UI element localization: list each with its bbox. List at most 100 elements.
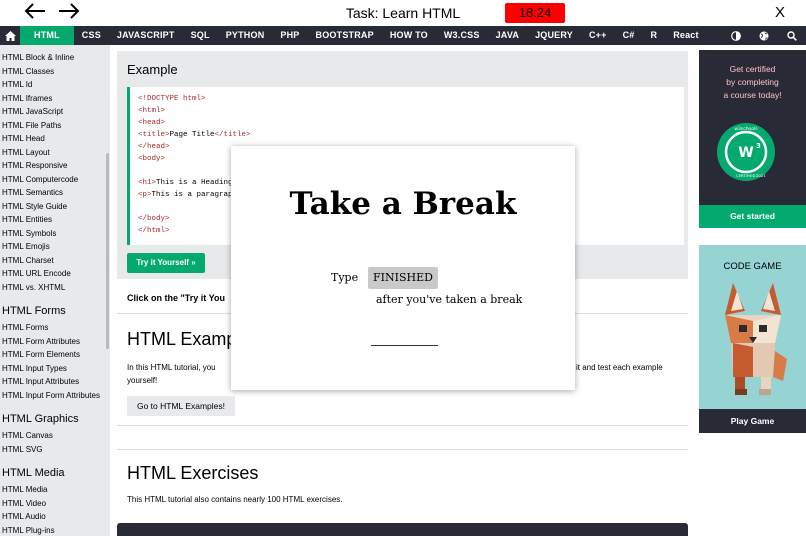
sidebar-link[interactable]: HTML Id xyxy=(0,78,110,92)
sidebar-link[interactable]: HTML SVG xyxy=(0,443,110,457)
code-text: This is a paragraph xyxy=(151,191,238,199)
go-to-examples-button[interactable]: Go to HTML Examples! xyxy=(127,396,235,416)
examples-text-left: In this HTML tutorial, you xyxy=(127,363,216,372)
nav-item-react[interactable]: React xyxy=(665,26,707,45)
nav-item-c[interactable]: C++ xyxy=(581,26,615,45)
sidebar-link[interactable]: HTML Plug-ins xyxy=(0,524,110,536)
code-game-title: CODE GAME xyxy=(723,261,782,272)
sidebar-heading-graphics: HTML Graphics xyxy=(2,413,79,425)
sidebar-link[interactable]: HTML Input Types xyxy=(0,362,110,376)
sidebar-link[interactable]: HTML Computercode xyxy=(0,173,110,187)
contrast-icon[interactable] xyxy=(722,26,750,45)
sidebar-link[interactable]: HTML Audio xyxy=(0,510,110,524)
sidebar-link[interactable]: HTML Block & Inline xyxy=(0,51,110,65)
modal-title: Take a Break xyxy=(289,186,517,222)
sidebar-link[interactable]: HTML URL Encode xyxy=(0,267,110,281)
code-tag: <h1> xyxy=(138,179,157,187)
sidebar-link[interactable]: HTML Form Attributes xyxy=(0,335,110,349)
sidebar-link[interactable]: HTML Input Form Attributes xyxy=(0,389,110,403)
code-tag: </head> xyxy=(138,143,170,151)
get-started-button[interactable]: Get started xyxy=(699,205,806,228)
cert-line: a course today! xyxy=(723,90,782,100)
finished-keyword-chip: FINISHED xyxy=(368,267,438,289)
page: Task: Learn HTML 18:24 X HTML CSS JAVASCRI… xyxy=(0,0,806,536)
code-close-tag: </title> xyxy=(214,131,251,139)
sidebar-link[interactable]: HTML Form Elements xyxy=(0,348,110,362)
nav-item-sql[interactable]: SQL xyxy=(183,26,218,45)
code-text: This is a Heading xyxy=(156,179,233,187)
sidebar-link[interactable]: HTML Layout xyxy=(0,146,110,160)
task-bar: Task: Learn HTML 18:24 X xyxy=(0,0,806,26)
nav-item-c[interactable]: C# xyxy=(615,26,643,45)
sidebar-link[interactable]: HTML Semantics xyxy=(0,186,110,200)
divider xyxy=(117,449,688,450)
svg-text:2021: 2021 xyxy=(756,173,766,178)
timer-badge: 18:24 xyxy=(505,3,565,23)
sidebar-link[interactable]: HTML JavaScript xyxy=(0,105,110,119)
sidebar-link[interactable]: HTML vs. XHTML xyxy=(0,281,110,295)
code-text: Page Title xyxy=(169,131,215,139)
home-icon[interactable] xyxy=(0,26,20,45)
sidebar-link[interactable]: HTML Forms xyxy=(0,321,110,335)
code-game-ad[interactable]: CODE GAME Play Game xyxy=(699,245,806,433)
sidebar-link[interactable]: HTML Iframes xyxy=(0,92,110,106)
code-line: <head> xyxy=(138,117,676,129)
w3-certified-badge-icon: W 3 w3schools CERTIFIED 2021 xyxy=(717,123,775,181)
sidebar-link[interactable]: HTML File Paths xyxy=(0,119,110,133)
html-examples-title: HTML Exampl xyxy=(127,329,241,349)
nav-item-javascript[interactable]: JAVASCRIPT xyxy=(109,26,183,45)
cert-line: by completing xyxy=(726,77,779,87)
code-tag: <title> xyxy=(138,131,170,139)
examples-text-line2: yourself! xyxy=(127,376,158,385)
nav-item-jquery[interactable]: JQUERY xyxy=(527,26,581,45)
sidebar-link[interactable]: HTML Symbols xyxy=(0,227,110,241)
task-title: Task: Learn HTML xyxy=(345,5,461,21)
nav-item-php[interactable]: PHP xyxy=(272,26,307,45)
sidebar-heading-forms: HTML Forms xyxy=(2,305,66,317)
back-arrow-icon[interactable] xyxy=(24,2,50,24)
sidebar-link[interactable]: HTML Head xyxy=(0,132,110,146)
forward-arrow-icon[interactable] xyxy=(58,2,84,24)
nav-item-bootstrap[interactable]: BOOTSTRAP xyxy=(308,26,382,45)
code-line: <title>Page Title</title> xyxy=(138,129,676,141)
sidebar-link[interactable]: HTML Responsive xyxy=(0,159,110,173)
sidebar-heading-media: HTML Media xyxy=(2,467,65,479)
sidebar-link[interactable]: HTML Classes xyxy=(0,65,110,79)
certification-ad[interactable]: Get certified by completing a course tod… xyxy=(699,50,806,228)
sidebar-scrollbar[interactable] xyxy=(106,153,109,349)
cert-line: Get certified xyxy=(729,64,776,74)
sidebar-link[interactable]: HTML Emojis xyxy=(0,240,110,254)
code-tag: <!DOCTYPE html> xyxy=(138,95,206,103)
close-button[interactable]: X xyxy=(775,4,785,21)
nav-item-how-to[interactable]: HOW TO xyxy=(382,26,436,45)
code-tag: <p> xyxy=(138,191,152,199)
code-tag: <html> xyxy=(138,107,166,115)
code-line: <html> xyxy=(138,105,676,117)
nav-item-python[interactable]: PYTHON xyxy=(218,26,273,45)
example-title: Example xyxy=(127,62,178,77)
sidebar-link[interactable]: HTML Style Guide xyxy=(0,200,110,214)
try-it-yourself-button[interactable]: Try it Yourself » xyxy=(127,253,205,273)
svg-text:w3schools: w3schools xyxy=(734,126,758,132)
nav-item-html[interactable]: HTML xyxy=(20,26,74,45)
take-a-break-modal: Take a Break Type FINISHED after you've … xyxy=(231,146,575,390)
nav-item-java[interactable]: JAVA xyxy=(488,26,527,45)
sidebar-link[interactable]: HTML Entities xyxy=(0,213,110,227)
answer-input[interactable] xyxy=(371,332,438,346)
nav-item-r[interactable]: R xyxy=(642,26,665,45)
sidebar-link[interactable]: HTML Input Attributes xyxy=(0,375,110,389)
code-tag: </html> xyxy=(138,227,170,235)
sidebar-link[interactable]: HTML Canvas xyxy=(0,429,110,443)
sidebar-link[interactable]: HTML Media xyxy=(0,483,110,497)
click-note: Click on the "Try it You xyxy=(127,293,225,303)
nav-item-w3-css[interactable]: W3.CSS xyxy=(436,26,488,45)
sidebar: HTML Block & Inline HTML Classes HTML Id HT… xyxy=(0,45,110,536)
play-game-button[interactable]: Play Game xyxy=(699,409,806,433)
sidebar-link[interactable]: HTML Charset xyxy=(0,254,110,268)
sidebar-link[interactable]: HTML Video xyxy=(0,497,110,511)
type-label: Type xyxy=(331,271,359,284)
search-icon[interactable] xyxy=(778,26,806,45)
nav-item-css[interactable]: CSS xyxy=(74,26,109,45)
globe-icon[interactable] xyxy=(750,26,778,45)
top-navigation: HTML CSS JAVASCRIPT SQL PYTHON PHP BOOTSTRAP HO… xyxy=(0,26,806,45)
